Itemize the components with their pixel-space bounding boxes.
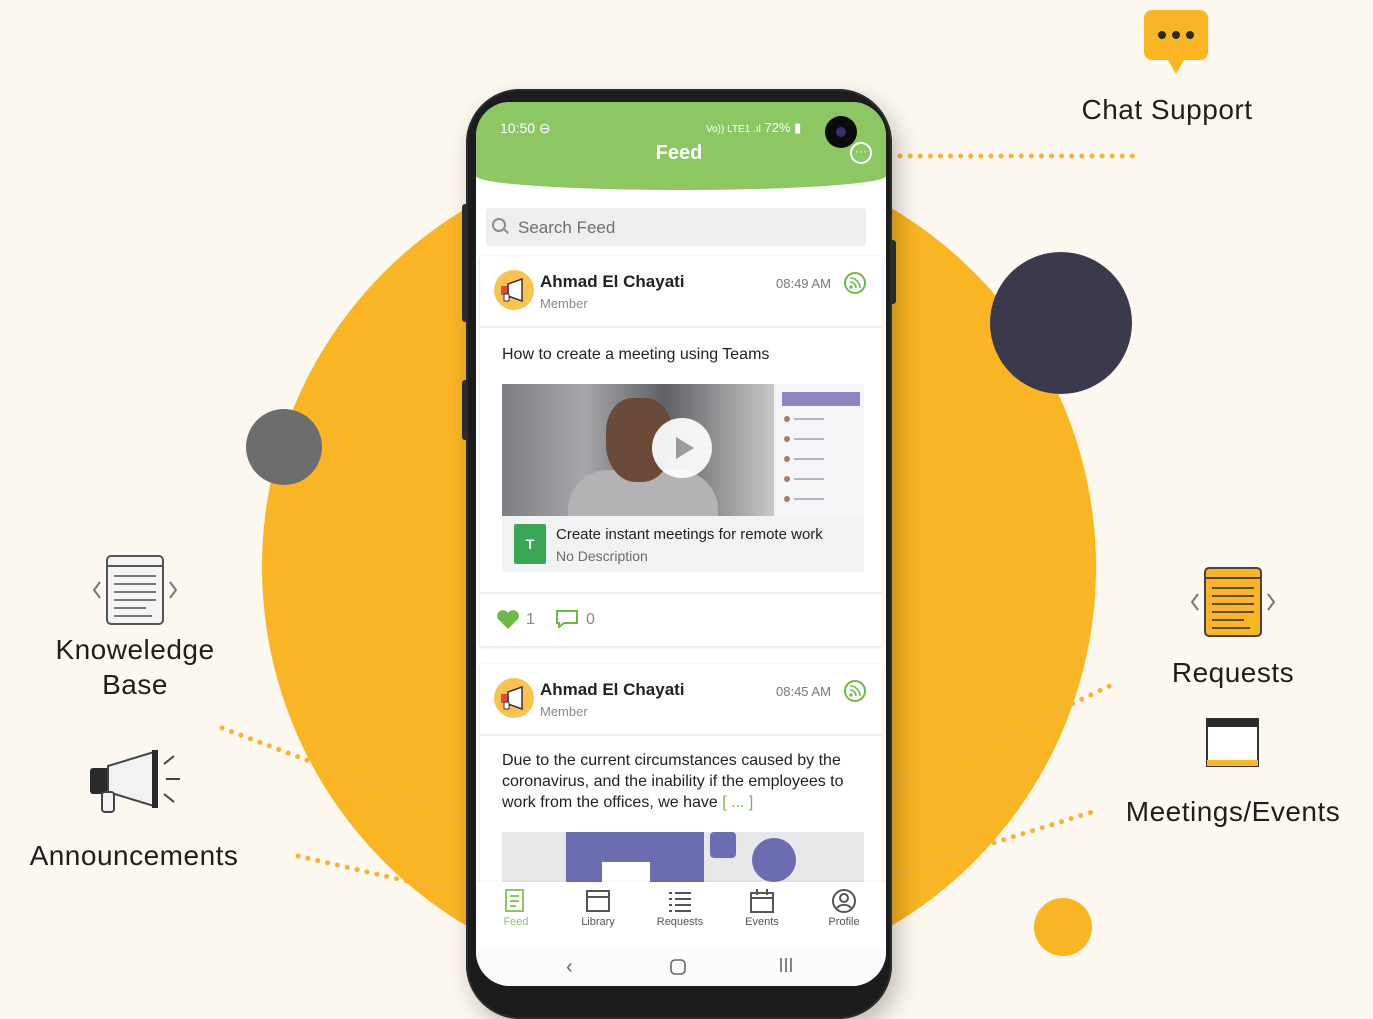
decorative-small-yellow-circle xyxy=(1034,898,1092,956)
nav-item-library[interactable]: Library xyxy=(558,888,638,928)
requests-label: Requests xyxy=(1171,657,1295,688)
search-icon xyxy=(492,218,506,232)
attachment-title[interactable]: Create instant meetings for remote work xyxy=(556,526,823,543)
video-thumbnail xyxy=(502,384,774,516)
teams-logo-square xyxy=(710,832,736,858)
comment-count: 0 xyxy=(586,611,595,628)
chat-bubble-icon xyxy=(1144,10,1208,74)
app-header: 10:50 ⊖ Vo)) LTE1 .ıl 72% ▮ Feed ··· xyxy=(476,102,886,190)
post-author-role: Member xyxy=(540,704,588,719)
feed-post[interactable]: Ahmad El Chayati Member 08:49 AM How to … xyxy=(480,256,882,646)
attachment-description: No Description xyxy=(556,548,648,564)
post-time: 08:49 AM xyxy=(776,276,831,291)
divider xyxy=(480,592,882,594)
teams-panel-row xyxy=(784,496,858,502)
post-text: Due to the current circumstances caused … xyxy=(502,750,868,813)
meetings-events-label: Meetings/Events xyxy=(1125,796,1341,827)
post-text: How to create a meeting using Teams xyxy=(502,346,770,363)
feed-icon xyxy=(505,889,524,912)
power-button xyxy=(890,240,896,304)
knowledge-base-icon xyxy=(92,555,178,625)
attachment-file-icon: T xyxy=(514,524,546,564)
post-author-role: Member xyxy=(540,296,588,311)
decorative-dark-circle xyxy=(990,252,1132,394)
rss-icon[interactable] xyxy=(844,272,866,294)
video-attachment[interactable]: T Create instant meetings for remote wor… xyxy=(502,384,864,572)
nav-label: Feed xyxy=(503,916,529,928)
read-more-link[interactable]: [ ... ] xyxy=(722,794,753,811)
rss-icon[interactable] xyxy=(844,680,866,702)
teams-panel-row xyxy=(784,416,858,422)
events-icon xyxy=(750,889,774,913)
post-time: 08:45 AM xyxy=(776,684,831,699)
chat-button[interactable]: ··· xyxy=(850,142,872,164)
library-icon xyxy=(586,890,610,912)
battery-level: 72% xyxy=(764,120,791,135)
system-nav-bar: ‹ xyxy=(476,946,886,986)
chat-support-label: Chat Support xyxy=(1081,94,1253,125)
teams-logo-dot xyxy=(752,838,796,882)
divider xyxy=(480,326,882,328)
status-time: 10:50 ⊖ xyxy=(500,120,551,136)
play-button[interactable] xyxy=(652,418,712,478)
nav-item-profile[interactable]: Profile xyxy=(804,888,884,928)
divider xyxy=(480,734,882,736)
bixby-button xyxy=(462,380,468,440)
search-input[interactable] xyxy=(516,215,860,241)
status-indicators: Vo)) LTE1 .ıl 72% ▮ xyxy=(706,120,801,136)
megaphone-avatar-icon xyxy=(501,686,523,710)
home-icon[interactable] xyxy=(670,958,686,981)
nav-label: Profile xyxy=(828,916,860,928)
search-bar[interactable] xyxy=(486,208,866,246)
megaphone-icon xyxy=(90,750,180,813)
back-icon[interactable]: ‹ xyxy=(566,956,573,979)
calendar-icon xyxy=(1206,718,1259,767)
signal-indicator: Vo)) LTE1 .ıl xyxy=(706,124,761,135)
post-author[interactable]: Ahmad El Chayati xyxy=(540,680,685,700)
teams-panel-row xyxy=(784,476,858,482)
nav-label: Requests xyxy=(656,916,704,928)
feed-post[interactable]: Ahmad El Chayati Member 08:45 AM Due to … xyxy=(480,664,882,904)
like-count: 1 xyxy=(526,611,535,628)
bottom-nav: Feed Library Requests Events Profile xyxy=(476,882,886,946)
post-author[interactable]: Ahmad El Chayati xyxy=(540,272,685,292)
post-text-body: Due to the current circumstances caused … xyxy=(502,752,844,811)
thumbnail-teams-panel xyxy=(776,384,864,516)
decorative-gray-circle xyxy=(246,409,322,485)
teams-panel-row xyxy=(784,436,858,442)
volume-button xyxy=(462,204,468,322)
avatar[interactable] xyxy=(494,270,534,310)
comment-icon[interactable] xyxy=(556,610,578,628)
nav-item-feed[interactable]: Feed xyxy=(476,888,556,928)
teams-panel-row xyxy=(784,456,858,462)
nav-label: Events xyxy=(745,916,779,928)
heart-icon[interactable] xyxy=(496,610,520,630)
knowledge-base-label: Knoweledge Base xyxy=(55,634,215,700)
page-title: Feed xyxy=(655,142,703,164)
megaphone-avatar-icon xyxy=(501,278,523,302)
requests-list-icon xyxy=(669,892,691,912)
profile-icon xyxy=(832,889,856,913)
avatar[interactable] xyxy=(494,678,534,718)
battery-icon: ▮ xyxy=(794,120,802,135)
nav-label: Library xyxy=(581,916,615,928)
announcements-label: Announcements xyxy=(29,840,239,871)
chat-icon: ··· xyxy=(855,144,867,158)
nav-item-events[interactable]: Events xyxy=(722,888,802,928)
recent-apps-icon[interactable] xyxy=(778,956,794,979)
nav-item-requests[interactable]: Requests xyxy=(640,888,720,928)
phone-screen: 10:50 ⊖ Vo)) LTE1 .ıl 72% ▮ Feed ··· Ahm… xyxy=(476,102,886,986)
teams-panel-bar xyxy=(782,392,860,406)
requests-icon xyxy=(1190,567,1276,637)
